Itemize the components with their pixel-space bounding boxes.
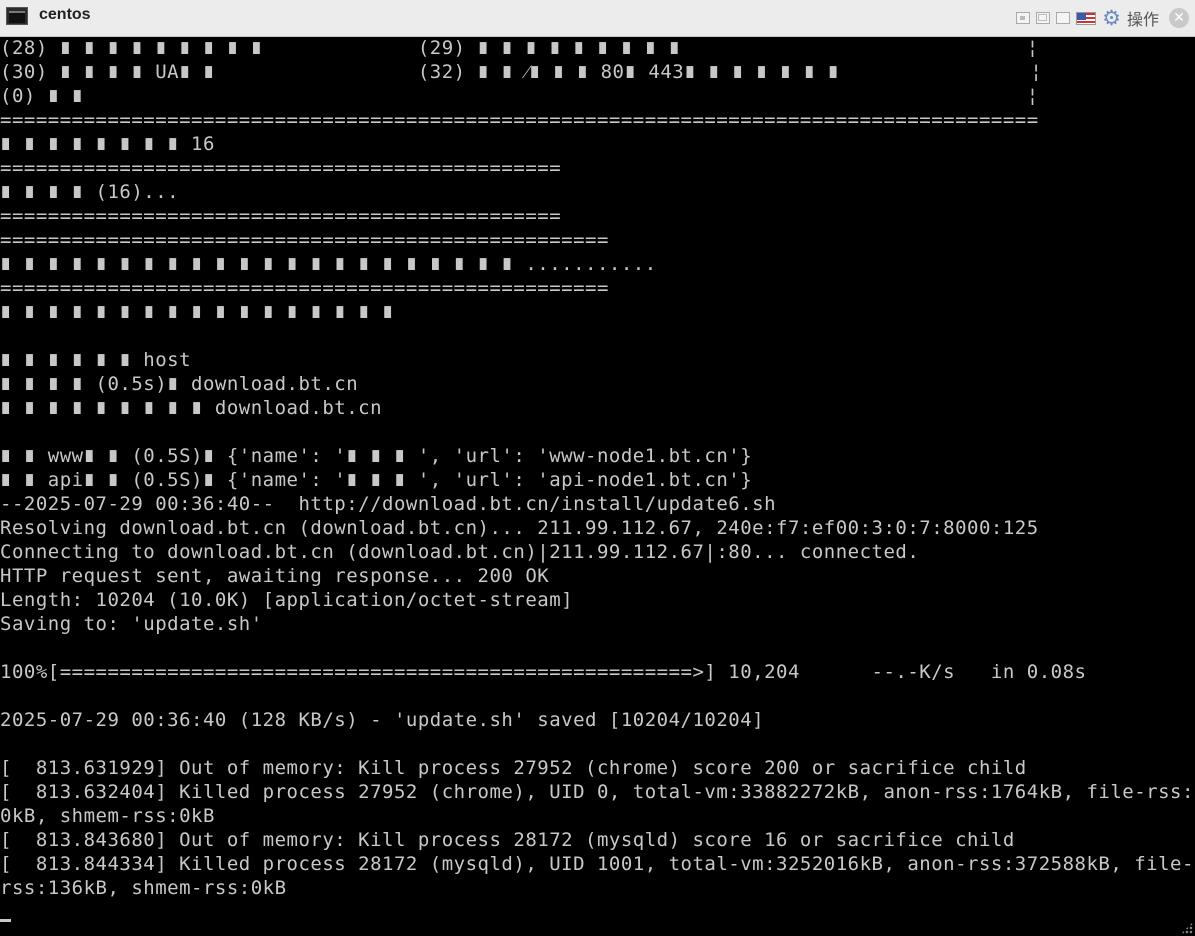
terminal-line: [ 813.631929] Out of memory: Kill proces…: [0, 757, 1027, 779]
terminal-line: Length: 10204 (10.0K) [application/octet…: [0, 589, 574, 611]
us-flag-icon[interactable]: [1076, 11, 1097, 25]
terminal-line: 0kB, shmem-rss:0kB: [0, 805, 215, 827]
window-title: centos: [39, 6, 91, 23]
terminal-line: [ 813.843680] Out of memory: Kill proces…: [0, 829, 1015, 851]
terminal-line: ∎ ∎ ∎ ∎ ∎ ∎ ∎ ∎ ∎ ∎ ∎ ∎ ∎ ∎ ∎ ∎ ∎: [0, 301, 394, 323]
terminal-line: --2025-07-29 00:36:40-- http://download.…: [0, 493, 777, 515]
maximize-icon[interactable]: [1056, 12, 1071, 24]
terminal-line: ========================================…: [0, 109, 1039, 131]
terminal-line: [ 813.844334] Killed process 28172 (mysq…: [0, 853, 1194, 875]
terminal-line: ∎ ∎ www∎ ∎ (0.5S)∎ {'name': '∎ ∎ ∎ ', 'u…: [0, 445, 753, 467]
terminal-line: (30) ∎ ∎ ∎ ∎ UA∎ ∎ (32) ∎ ∎ ⁄∎ ∎ ∎ 80∎ 4…: [0, 61, 1043, 83]
titlebar-background-text: [275, 0, 425, 36]
terminal-line: Connecting to download.bt.cn (download.b…: [0, 541, 920, 563]
terminal-line: ∎ ∎ ∎ ∎ (0.5s)∎ download.bt.cn: [0, 373, 359, 395]
terminal-line: ========================================…: [0, 229, 609, 251]
terminal-line: ∎ ∎ api∎ ∎ (0.5S)∎ {'name': '∎ ∎ ∎ ', 'u…: [0, 469, 753, 491]
terminal-line: ========================================…: [0, 277, 609, 299]
terminal-line: ∎ ∎ ∎ ∎ ∎ ∎ host: [0, 349, 192, 371]
terminal-line: [ 813.632404] Killed process 27952 (chro…: [0, 781, 1194, 803]
close-icon[interactable]: ✕: [1169, 8, 1189, 28]
terminal-line: 2025-07-29 00:36:40 (128 KB/s) - 'update…: [0, 709, 765, 731]
terminal-line: ========================================…: [0, 157, 562, 179]
resize-grip-icon[interactable]: [1181, 922, 1193, 934]
terminal-icon: [6, 7, 28, 25]
window-controls: ⚙ 操作 ✕: [1016, 5, 1189, 31]
terminal-line: Saving to: 'update.sh': [0, 613, 263, 635]
terminal-line: ∎ ∎ ∎ ∎ (16)...: [0, 181, 180, 203]
terminal-line: ∎ ∎ ∎ ∎ ∎ ∎ ∎ ∎ 16: [0, 133, 215, 155]
terminal-line: HTTP request sent, awaiting response... …: [0, 565, 550, 587]
terminal-screen[interactable]: (28) ∎ ∎ ∎ ∎ ∎ ∎ ∎ ∎ ∎ (29) ∎ ∎ ∎ ∎ ∎ ∎ …: [0, 37, 1195, 936]
window-titlebar[interactable]: centos ⚙ 操作 ✕: [0, 0, 1195, 37]
terminal-line: ========================================…: [0, 205, 562, 227]
operations-menu[interactable]: 操作: [1127, 6, 1159, 30]
terminal-line: Resolving download.bt.cn (download.bt.cn…: [0, 517, 1039, 539]
terminal-line: (28) ∎ ∎ ∎ ∎ ∎ ∎ ∎ ∎ ∎ (29) ∎ ∎ ∎ ∎ ∎ ∎ …: [0, 37, 1039, 59]
terminal-line: ∎ ∎ ∎ ∎ ∎ ∎ ∎ ∎ ∎ ∎ ∎ ∎ ∎ ∎ ∎ ∎ ∎ ∎ ∎ ∎ …: [0, 253, 657, 275]
close-glyph: ✕: [1173, 10, 1185, 26]
terminal-line: 100%[===================================…: [0, 661, 1087, 683]
terminal-line: rss:136kB, shmem-rss:0kB: [0, 877, 287, 899]
restore-icon[interactable]: [1036, 12, 1051, 24]
terminal-cursor: [0, 919, 11, 922]
minimize-icon[interactable]: [1016, 12, 1031, 24]
terminal-line: (0) ∎ ∎ ¦: [0, 85, 1039, 107]
terminal-line: ∎ ∎ ∎ ∎ ∎ ∎ ∎ ∎ ∎ download.bt.cn: [0, 397, 383, 419]
gear-icon[interactable]: ⚙: [1102, 8, 1121, 29]
